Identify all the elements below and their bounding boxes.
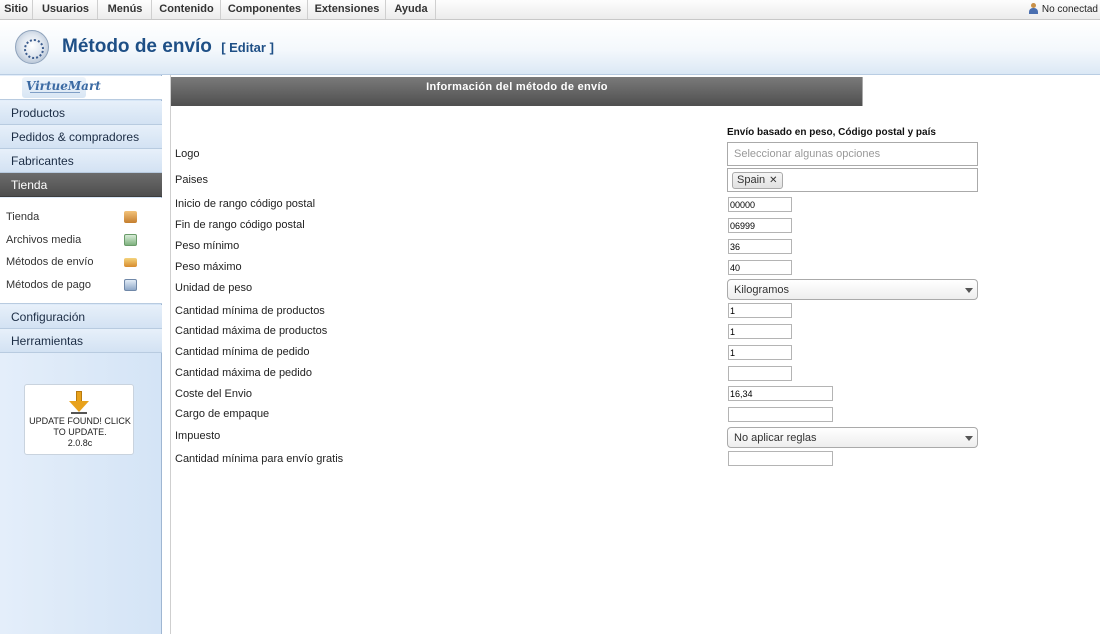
page-title-edit: [ Editar ] — [221, 40, 274, 55]
chevron-down-icon — [965, 436, 973, 441]
shipping-cost-input[interactable] — [728, 386, 833, 401]
sidebar-item-productos[interactable]: Productos — [0, 101, 162, 125]
chevron-down-icon — [965, 288, 973, 293]
paises-label: Paises — [175, 174, 209, 186]
login-status-text: No conectad — [1041, 4, 1098, 15]
menu-menus[interactable]: Menús — [99, 0, 152, 19]
qty-min-order-input[interactable] — [728, 345, 792, 360]
tab-info-label: Información del método de envío — [426, 81, 608, 93]
menu-componentes[interactable]: Componentes — [222, 0, 308, 19]
sidebar-item-pedidos[interactable]: Pedidos & compradores — [0, 125, 162, 149]
submenu-label: Tienda — [6, 211, 40, 223]
sidebar-item-configuracion[interactable]: Configuración — [0, 305, 162, 329]
submenu-item-shipping[interactable]: Métodos de envío — [0, 252, 162, 272]
qty-min-order-label: Cantidad mínima de pedido — [175, 346, 310, 358]
store-icon — [124, 211, 137, 223]
qty-max-order-input[interactable] — [728, 366, 792, 381]
tax-label: Impuesto — [175, 430, 221, 442]
remove-chip-icon[interactable]: ✕ — [769, 175, 777, 186]
user-icon — [1028, 3, 1039, 14]
sidebar-item-fabricantes[interactable]: Fabricantes — [0, 149, 162, 173]
free-shipping-input[interactable] — [728, 451, 833, 466]
weight-min-input[interactable] — [728, 239, 792, 254]
submenu-label: Métodos de envío — [6, 256, 94, 268]
country-chip-label: Spain — [737, 174, 766, 186]
weight-unit-label: Unidad de peso — [175, 282, 253, 294]
logo-placeholder: Seleccionar algunas opciones — [734, 148, 881, 160]
update-notice-button[interactable]: UPDATE FOUND! CLICK TO UPDATE. 2.0.8c — [24, 384, 134, 455]
tab-info[interactable]: Información del método de envío — [171, 77, 863, 106]
zip-start-label: Inicio de rango código postal — [175, 198, 316, 210]
qty-min-products-input[interactable] — [728, 303, 792, 318]
tax-select[interactable]: No aplicar reglas — [727, 427, 978, 448]
qty-max-products-label: Cantidad máxima de productos — [175, 325, 328, 337]
update-message: UPDATE FOUND! CLICK TO UPDATE. — [29, 416, 131, 437]
page-title: Método de envío [ Editar ] — [62, 36, 274, 58]
qty-max-products-input[interactable] — [728, 324, 792, 339]
virtuemart-logo-mark: VirtueMart — [22, 77, 101, 98]
sidebar-item-tienda[interactable]: Tienda — [0, 173, 162, 197]
download-arrow-icon — [69, 391, 89, 414]
zip-stop-input[interactable] — [728, 218, 792, 233]
tax-value: No aplicar reglas — [734, 432, 817, 444]
submenu-item-tienda[interactable]: Tienda — [0, 207, 162, 227]
logo-multiselect[interactable]: Seleccionar algunas opciones — [727, 142, 978, 166]
weight-max-input[interactable] — [728, 260, 792, 275]
truck-icon — [124, 258, 137, 267]
sidebar-item-herramientas[interactable]: Herramientas — [0, 329, 162, 353]
media-icon — [124, 234, 137, 246]
shipping-cost-label: Coste del Envio — [175, 388, 253, 400]
page-header: Método de envío [ Editar ] — [0, 21, 1100, 75]
sidebar-submenu: Tienda Archivos media Métodos de envío M… — [0, 198, 162, 304]
zip-stop-label: Fin de rango código postal — [175, 219, 305, 231]
menu-ayuda[interactable]: Ayuda — [387, 0, 436, 19]
menu-contenido[interactable]: Contenido — [153, 0, 221, 19]
weight-max-label: Peso máximo — [175, 261, 242, 273]
submenu-item-media[interactable]: Archivos media — [0, 230, 162, 250]
package-fee-input[interactable] — [728, 407, 833, 422]
update-notice-text: UPDATE FOUND! CLICK TO UPDATE. 2.0.8c — [27, 416, 133, 449]
zip-start-input[interactable] — [728, 197, 792, 212]
submenu-item-payment[interactable]: Métodos de pago — [0, 275, 162, 295]
free-shipping-label: Cantidad mínima para envío gratis — [175, 453, 344, 465]
qty-min-products-label: Cantidad mínima de productos — [175, 305, 325, 317]
weight-min-label: Peso mínimo — [175, 240, 240, 252]
sidebar: VirtueMart Productos Pedidos & comprador… — [0, 75, 162, 634]
paises-multiselect[interactable]: Spain ✕ — [727, 168, 978, 192]
top-menu-bar: Sitio Usuarios Menús Contenido Component… — [0, 0, 1100, 20]
payment-icon — [124, 279, 137, 291]
login-status: No conectad — [1028, 0, 1100, 19]
main-content: Información del método de envío Envío ba… — [170, 75, 1100, 634]
menu-usuarios[interactable]: Usuarios — [34, 0, 98, 19]
package-fee-label: Cargo de empaque — [175, 408, 270, 420]
submenu-label: Archivos media — [6, 234, 82, 246]
country-chip-spain: Spain ✕ — [732, 172, 783, 189]
logo-label: Logo — [175, 148, 200, 160]
weight-unit-select[interactable]: Kilogramos — [727, 279, 978, 300]
virtuemart-logo[interactable]: VirtueMart — [0, 76, 162, 100]
section-title: Envío basado en peso, Código postal y pa… — [727, 127, 936, 138]
qty-max-order-label: Cantidad máxima de pedido — [175, 367, 312, 379]
update-version: 2.0.8c — [67, 438, 93, 448]
weight-unit-value: Kilogramos — [734, 284, 790, 296]
menu-extensiones[interactable]: Extensiones — [309, 0, 386, 19]
page-title-text: Método de envío — [62, 36, 212, 57]
menu-sitio[interactable]: Sitio — [0, 0, 33, 19]
virtuemart-globe-icon — [15, 30, 49, 64]
submenu-label: Métodos de pago — [6, 279, 92, 291]
